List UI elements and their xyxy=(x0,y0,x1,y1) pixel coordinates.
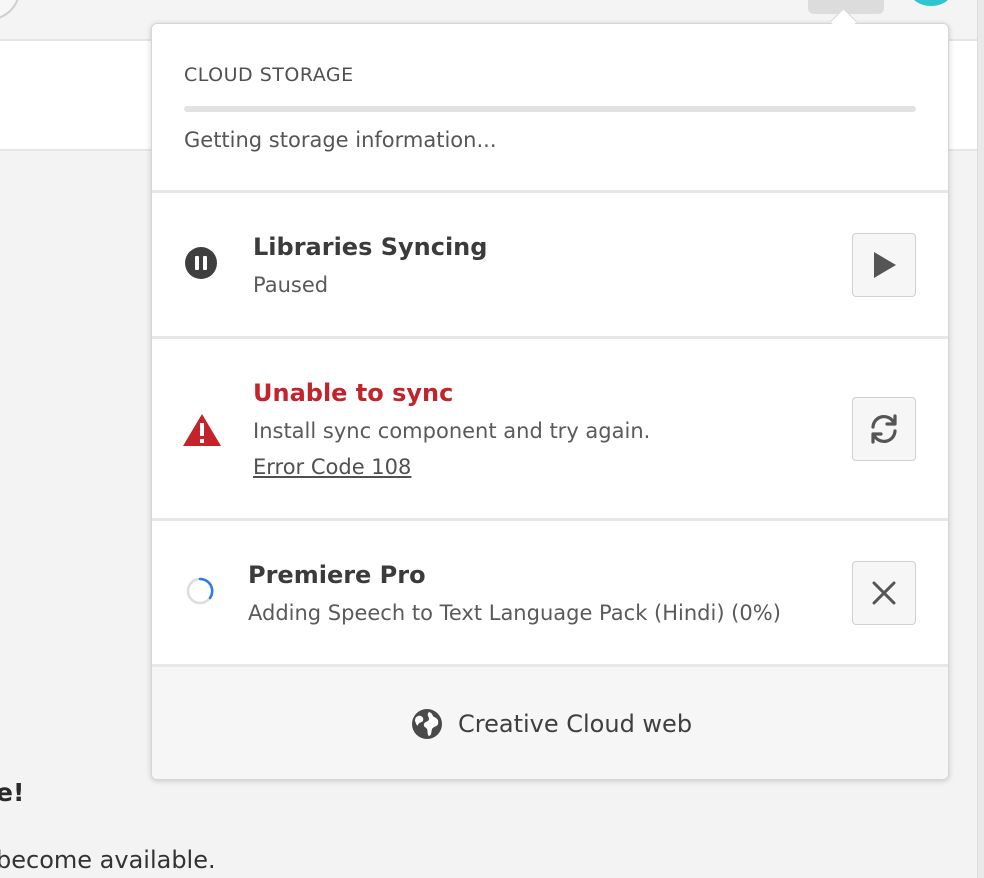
back-button[interactable] xyxy=(0,0,20,20)
sync-error-row: Unable to sync Install sync component an… xyxy=(152,339,948,518)
creative-cloud-web-label: Creative Cloud web xyxy=(458,710,693,738)
globe-icon xyxy=(410,707,444,741)
pause-icon xyxy=(184,246,218,280)
play-icon xyxy=(870,250,898,280)
background-heading: e! xyxy=(0,778,25,807)
libraries-syncing-row: Libraries Syncing Paused xyxy=(152,193,948,336)
cloud-storage-section: CLOUD STORAGE Getting storage informatio… xyxy=(152,24,948,190)
storage-status-text: Getting storage information... xyxy=(184,128,497,152)
spinner-icon xyxy=(185,576,215,606)
premiere-pro-row: Premiere Pro Adding Speech to Text Langu… xyxy=(152,521,948,664)
avatar[interactable] xyxy=(910,0,952,6)
scrollbar[interactable] xyxy=(977,0,984,878)
refresh-icon xyxy=(867,412,901,446)
premiere-pro-status: Adding Speech to Text Language Pack (Hin… xyxy=(248,601,781,625)
resume-sync-button[interactable] xyxy=(852,233,916,297)
error-code-link[interactable]: Error Code 108 xyxy=(253,455,411,479)
close-icon xyxy=(871,580,897,606)
cancel-install-button[interactable] xyxy=(852,561,916,625)
sync-error-message: Install sync component and try again. xyxy=(253,419,651,443)
background-text: become available. xyxy=(0,846,216,874)
creative-cloud-web-link[interactable]: Creative Cloud web xyxy=(410,707,692,741)
premiere-pro-title: Premiere Pro xyxy=(248,561,426,589)
storage-progress-bar xyxy=(184,106,916,112)
libraries-syncing-status: Paused xyxy=(253,273,329,297)
warning-icon xyxy=(182,413,222,447)
retry-sync-button[interactable] xyxy=(852,397,916,461)
sync-error-title: Unable to sync xyxy=(253,379,454,407)
libraries-syncing-title: Libraries Syncing xyxy=(253,233,488,261)
popover-footer: Creative Cloud web xyxy=(152,667,948,779)
cloud-activity-popover: CLOUD STORAGE Getting storage informatio… xyxy=(151,23,949,780)
cloud-storage-title: CLOUD STORAGE xyxy=(184,64,354,86)
